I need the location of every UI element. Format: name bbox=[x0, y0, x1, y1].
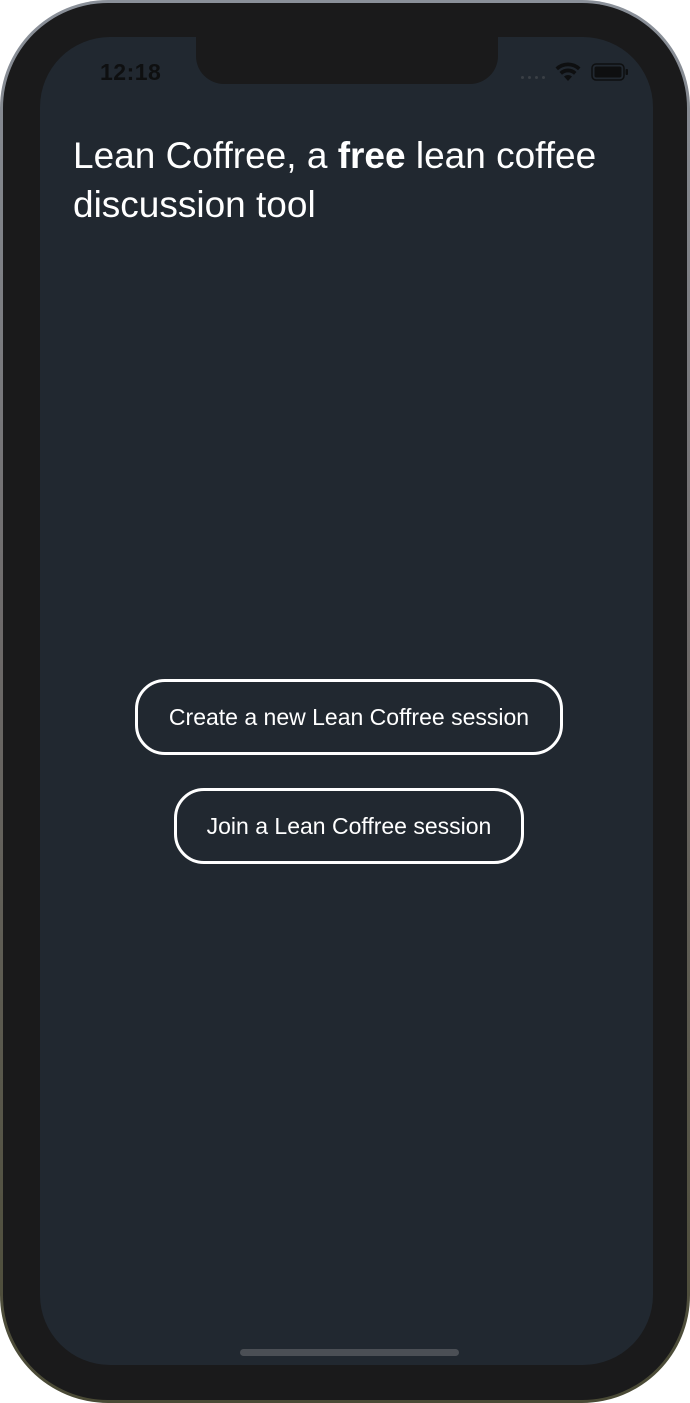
app-screen: 12:18 Lean Coffree, a free lean coffee d… bbox=[40, 37, 653, 1365]
wifi-icon bbox=[555, 62, 581, 81]
page-title: Lean Coffree, a free lean coffee discuss… bbox=[73, 131, 633, 229]
status-icons bbox=[521, 61, 629, 83]
home-indicator[interactable] bbox=[240, 1349, 459, 1356]
phone-bezel: 12:18 Lean Coffree, a free lean coffee d… bbox=[3, 3, 687, 1400]
camera-notch bbox=[196, 37, 498, 84]
cellular-signal-icon bbox=[521, 65, 545, 79]
title-emphasis: free bbox=[337, 135, 406, 176]
title-text-start: Lean Coffree, a bbox=[73, 135, 338, 176]
join-session-button[interactable]: Join a Lean Coffree session bbox=[174, 788, 524, 864]
battery-icon bbox=[591, 63, 628, 81]
create-session-button[interactable]: Create a new Lean Coffree session bbox=[135, 679, 563, 755]
status-time: 12:18 bbox=[100, 59, 162, 85]
phone-frame: 12:18 Lean Coffree, a free lean coffee d… bbox=[0, 0, 690, 1403]
